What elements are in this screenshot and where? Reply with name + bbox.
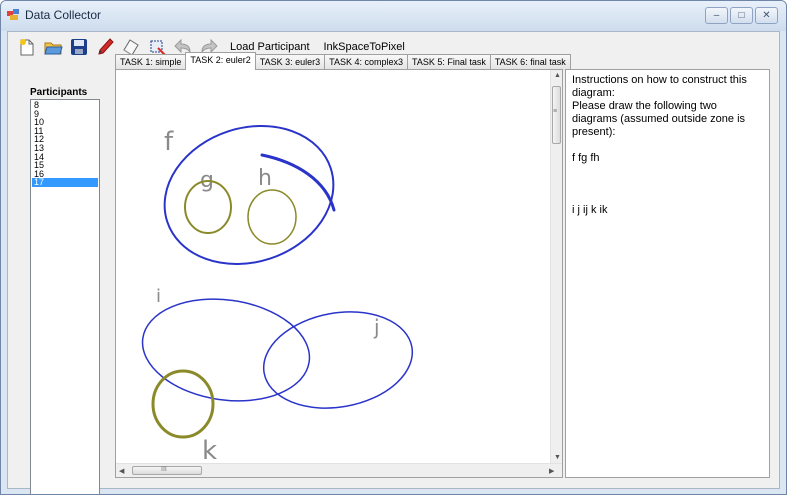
list-item-selected[interactable]: 17 — [32, 178, 98, 187]
scroll-down-icon[interactable]: ▼ — [554, 454, 561, 461]
window-title: Data Collector — [25, 8, 102, 22]
app-window: Data Collector – □ ✕ Load Participant In… — [0, 0, 787, 495]
ink-ellipse-i — [141, 298, 311, 402]
app-icon — [7, 9, 19, 20]
scroll-grip-icon: ≡ — [553, 108, 558, 115]
ink-ellipse-h — [247, 189, 297, 245]
tab-task-6[interactable]: TASK 6: final task — [489, 54, 571, 70]
task-tabs: TASK 1: simple TASK 2: euler2 TASK 3: eu… — [115, 52, 571, 70]
participants-list[interactable]: 8 9 10 11 12 13 14 15 16 17 — [30, 99, 100, 494]
ink-canvas[interactable]: f g h i j k — [116, 70, 551, 463]
minimize-button[interactable]: – — [705, 7, 728, 24]
ink-label-j: j — [373, 315, 380, 339]
horizontal-scroll-thumb[interactable]: III — [132, 466, 202, 475]
instructions-heading: Instructions on how to construct this di… — [572, 74, 747, 99]
tab-task-4[interactable]: TASK 4: complex3 — [324, 54, 408, 70]
scroll-right-icon[interactable]: ▶ — [549, 467, 554, 475]
vertical-scroll-thumb[interactable]: ≡ — [552, 86, 561, 144]
ink-label-i: i — [156, 286, 161, 307]
ink-ellipse-f — [163, 124, 335, 266]
ink-panel: f g h i j k ▲ ≡ ▼ ◀ III ▶ — [115, 69, 563, 478]
new-file-icon[interactable] — [16, 36, 38, 58]
vertical-scrollbar[interactable]: ▲ ≡ ▼ — [550, 70, 562, 463]
save-disk-icon[interactable] — [68, 36, 90, 58]
instructions-panel: Instructions on how to construct this di… — [565, 69, 770, 478]
ink-label-f: f — [164, 127, 174, 157]
tab-task-1[interactable]: TASK 1: simple — [115, 54, 187, 70]
scroll-up-icon[interactable]: ▲ — [554, 72, 561, 79]
instructions-diagram-1: f fg fh — [572, 152, 600, 164]
open-folder-icon[interactable] — [42, 36, 64, 58]
ink-ellipse-k — [151, 369, 215, 439]
ink-label-h: h — [258, 166, 272, 191]
pen-icon[interactable] — [94, 36, 116, 58]
participants-label: Participants — [30, 87, 88, 98]
ink-label-k: k — [202, 436, 217, 463]
scroll-grip-icon: III — [161, 466, 167, 473]
ink-space-to-pixel-button[interactable]: InkSpaceToPixel — [324, 41, 405, 53]
tab-task-5[interactable]: TASK 5: Final task — [406, 54, 491, 70]
scroll-left-icon[interactable]: ◀ — [119, 467, 124, 475]
title-bar[interactable]: Data Collector – □ ✕ — [1, 1, 786, 31]
tab-task-2[interactable]: TASK 2: euler2 — [185, 52, 256, 70]
close-button[interactable]: ✕ — [755, 7, 778, 24]
ink-stroke-f-overlap — [260, 153, 336, 212]
instructions-prompt: Please draw the following two diagrams (… — [572, 100, 746, 138]
list-item[interactable]: 8 — [32, 101, 98, 110]
maximize-button[interactable]: □ — [730, 7, 753, 24]
ink-ellipse-j — [262, 311, 414, 409]
tab-task-3[interactable]: TASK 3: euler3 — [254, 54, 326, 70]
instructions-diagram-2: i j ij k ik — [572, 204, 608, 216]
horizontal-scrollbar[interactable]: ◀ III ▶ — [116, 463, 562, 477]
